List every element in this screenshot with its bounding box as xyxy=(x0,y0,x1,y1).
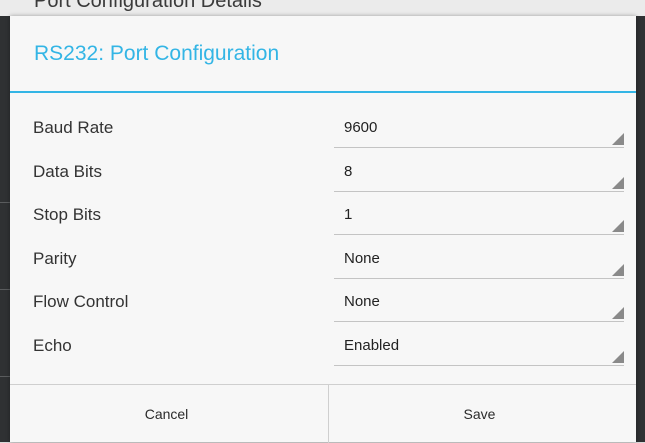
data-bits-value: 8 xyxy=(344,162,353,180)
data-bits-label: Data Bits xyxy=(33,161,102,181)
parity-row: Parity None xyxy=(10,240,636,284)
dialog-header: RS232: Port Configuration xyxy=(10,16,636,93)
dropdown-arrow-icon xyxy=(612,220,624,232)
dialog-button-bar: Cancel Save xyxy=(10,384,636,443)
baud-rate-label: Baud Rate xyxy=(33,118,114,137)
dropdown-arrow-icon xyxy=(612,176,624,189)
stop-bits-label: Stop Bits xyxy=(33,205,102,224)
background-title: Port Configuration Details xyxy=(34,0,262,12)
stop-bits-spinner[interactable]: 1 xyxy=(334,196,624,235)
configuration-form: Baud Rate 9600 Data Bits 8 Stop Bits 1 P… xyxy=(10,109,636,370)
baud-rate-value: 9600 xyxy=(344,119,378,136)
echo-label: Echo xyxy=(33,335,72,355)
data-bits-row: Data Bits 8 xyxy=(10,153,636,197)
dropdown-arrow-icon xyxy=(612,350,624,363)
flow-control-value: None xyxy=(344,293,380,310)
cancel-button[interactable]: Cancel xyxy=(10,385,323,443)
dropdown-arrow-icon xyxy=(612,307,624,319)
parity-spinner[interactable]: None xyxy=(334,240,624,279)
baud-rate-row: Baud Rate 9600 xyxy=(10,109,636,153)
flow-control-spinner[interactable]: None xyxy=(334,283,624,322)
flow-control-row: Flow Control None xyxy=(10,283,636,327)
background-divider xyxy=(0,202,10,203)
flow-control-label: Flow Control xyxy=(33,292,129,311)
background-header: Port Configuration Details xyxy=(0,0,645,16)
dropdown-arrow-icon xyxy=(612,133,624,145)
parity-label: Parity xyxy=(33,248,77,268)
data-bits-spinner[interactable]: 8 xyxy=(334,153,624,192)
dropdown-arrow-icon xyxy=(612,263,624,276)
echo-spinner[interactable]: Enabled xyxy=(334,327,624,366)
echo-row: Echo Enabled xyxy=(10,327,636,371)
save-button[interactable]: Save xyxy=(323,385,636,443)
port-configuration-dialog: RS232: Port Configuration Baud Rate 9600… xyxy=(10,16,636,443)
stop-bits-value: 1 xyxy=(344,206,353,223)
background-divider xyxy=(0,376,10,377)
dialog-title: RS232: Port Configuration xyxy=(34,42,280,65)
stop-bits-row: Stop Bits 1 xyxy=(10,196,636,240)
parity-value: None xyxy=(344,249,380,267)
baud-rate-spinner[interactable]: 9600 xyxy=(334,109,624,148)
background-divider xyxy=(0,289,10,290)
echo-value: Enabled xyxy=(344,336,400,354)
background-right-panel xyxy=(636,16,645,442)
background-left-panel xyxy=(0,16,10,442)
